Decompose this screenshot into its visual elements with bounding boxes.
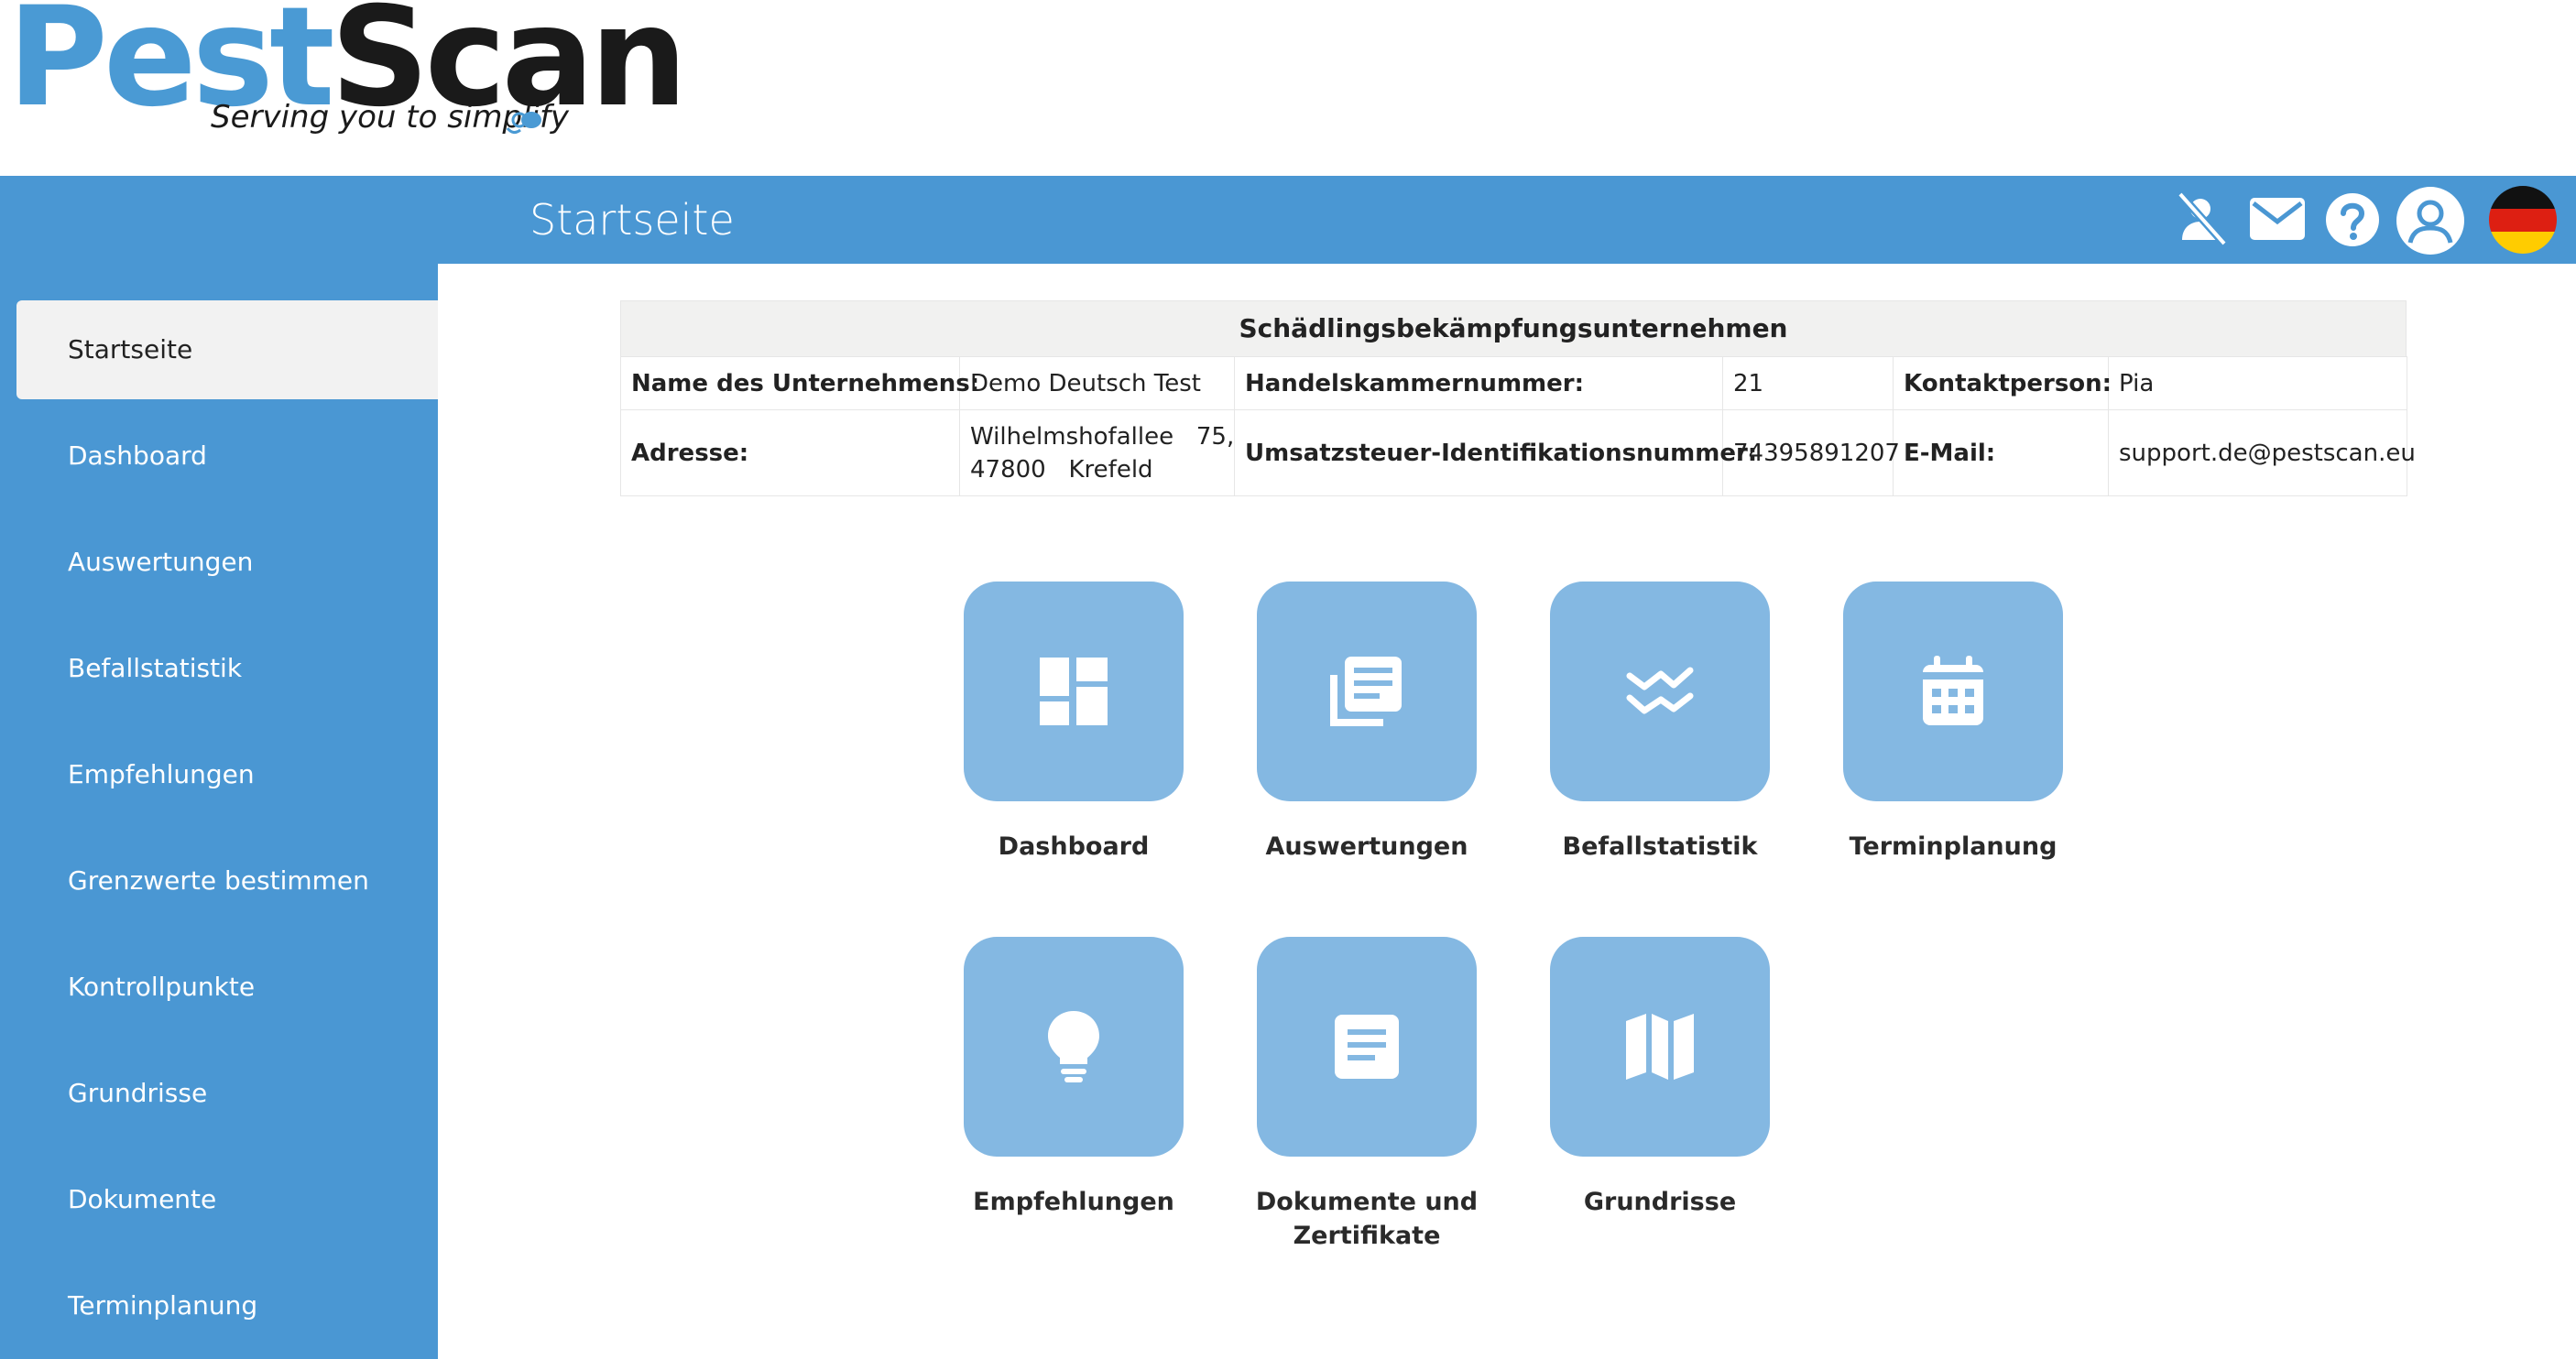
calendar-icon (1923, 656, 1983, 725)
map-icon (1626, 1014, 1694, 1080)
logo-mark-icon (506, 112, 541, 135)
tile-label-line-1: Dokumente und (1255, 1188, 1479, 1216)
tile-label-line-2: Zertifikate (1293, 1222, 1441, 1250)
sidebar-item-kontrollpunkte[interactable]: Kontrollpunkte (16, 938, 438, 1037)
reports-icon (1330, 657, 1402, 726)
sidebar-item-dokumente[interactable]: Dokumente (16, 1150, 438, 1249)
company-info-title: Schädlingsbekämpfungsunternehmen (620, 300, 2407, 356)
sidebar: Startseite Dashboard Auswertungen Befall… (0, 264, 438, 1359)
tile-grundrisse[interactable] (1550, 937, 1770, 1157)
address-line-2: 47800 Krefeld (970, 455, 1153, 484)
sidebar-item-dashboard[interactable]: Dashboard (16, 407, 438, 506)
sidebar-item-befallstatistik[interactable]: Befallstatistik (16, 619, 438, 718)
email-label: E-Mail: (1893, 409, 2109, 496)
tile-dashboard[interactable] (964, 582, 1184, 801)
address-line-1: Wilhelmshofallee 75, (970, 422, 1235, 451)
chamber-number-label: Handelskammernummer: (1234, 356, 1723, 410)
table-row: Adresse: Wilhelmshofallee 75, 47800 Kref… (620, 409, 2416, 496)
company-name-value: Demo Deutsch Test (959, 356, 1235, 410)
tile-label-auswertungen: Auswertungen (1265, 832, 1468, 861)
table-row: Name des Unternehmens: Demo Deutsch Test… (620, 356, 2407, 410)
tile-label-dashboard: Dashboard (998, 832, 1150, 861)
tile-label-dokumente: Dokumente und Zertifikate (1220, 1185, 1513, 1253)
tile-dokumente[interactable] (1257, 937, 1477, 1157)
contact-person-value: Pia (2108, 356, 2407, 410)
vat-id-label: Umsatzsteuer-Identifikationsnummer: (1234, 409, 1757, 496)
company-info-panel: Schädlingsbekämpfungsunternehmen Name de… (620, 300, 2416, 496)
address-value: Wilhelmshofallee 75, 47800 Krefeld (959, 409, 1235, 496)
lightbulb-icon (1048, 1011, 1099, 1082)
tile-befallstatistik[interactable] (1550, 582, 1770, 801)
vat-id-value: 74395891207 (1722, 409, 1900, 496)
tile-label-grundrisse: Grundrisse (1583, 1188, 1737, 1216)
user-account-icon[interactable] (2395, 185, 2466, 260)
chamber-number-value: 21 (1722, 356, 1894, 410)
company-name-label: Name des Unternehmens: (620, 356, 979, 410)
mail-icon[interactable] (2248, 196, 2307, 245)
document-icon (1335, 1015, 1399, 1079)
help-icon[interactable] (2325, 192, 2380, 251)
email-value: support.de@pestscan.eu (2108, 409, 2416, 496)
company-info-table: Name des Unternehmens: Demo Deutsch Test… (620, 356, 2416, 496)
contact-person-label: Kontaktperson: (1893, 356, 2112, 410)
tile-auswertungen[interactable] (1257, 582, 1477, 801)
sidebar-item-grenzwerte[interactable]: Grenzwerte bestimmen (16, 832, 438, 930)
tile-empfehlungen[interactable] (964, 937, 1184, 1157)
tile-terminplanung[interactable] (1843, 582, 2063, 801)
tile-label-empfehlungen: Empfehlungen (973, 1188, 1174, 1216)
tile-label-terminplanung: Terminplanung (1849, 832, 2058, 861)
sidebar-item-auswertungen[interactable]: Auswertungen (16, 513, 438, 612)
page-title: Startseite (529, 195, 735, 245)
notifications-off-icon[interactable] (2175, 187, 2230, 255)
address-label: Adresse: (620, 409, 960, 496)
sidebar-item-terminplanung[interactable]: Terminplanung (16, 1256, 438, 1355)
sidebar-item-grundrisse[interactable]: Grundrisse (16, 1044, 438, 1143)
statistics-icon (1626, 667, 1694, 714)
top-header-bar: Startseite (0, 176, 2576, 264)
sidebar-item-empfehlungen[interactable]: Empfehlungen (16, 725, 438, 824)
sidebar-item-startseite[interactable]: Startseite (16, 300, 438, 399)
tile-label-befallstatistik: Befallstatistik (1562, 832, 1758, 861)
dashboard-icon (1040, 658, 1108, 725)
pestscan-logo[interactable]: PestScan Serving you to simplify (7, 0, 688, 174)
german-flag-icon[interactable] (2488, 185, 2558, 258)
